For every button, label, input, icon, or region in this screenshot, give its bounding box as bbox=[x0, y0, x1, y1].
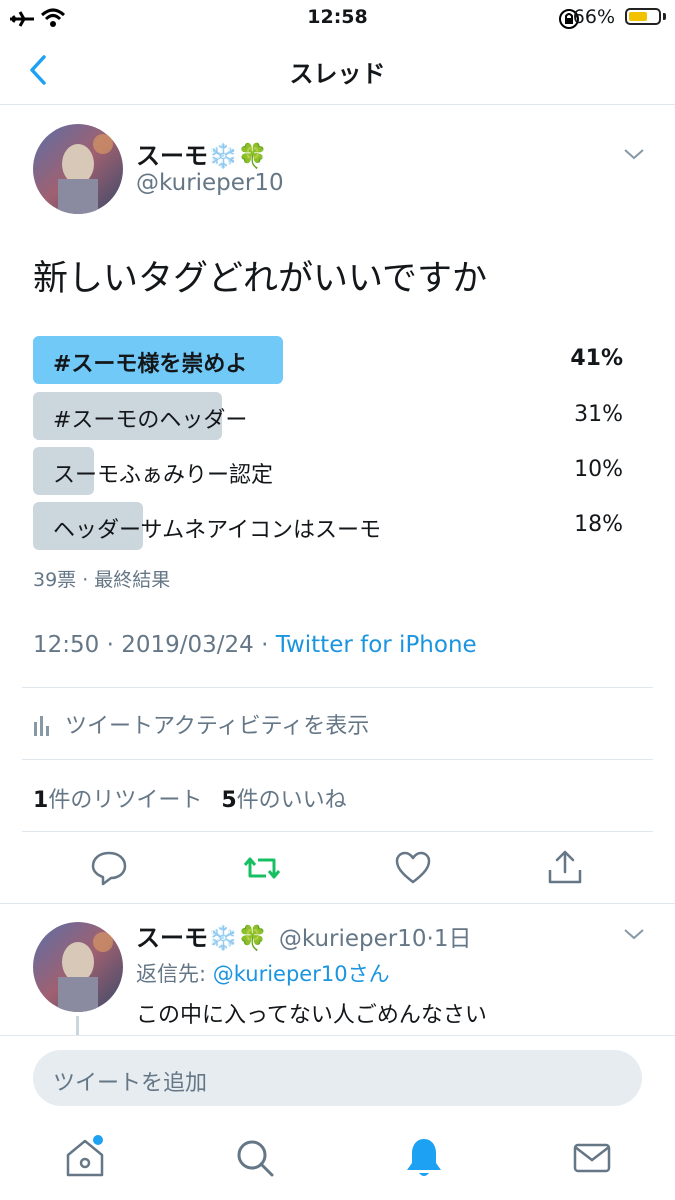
reply-header: スーモ❄️🍀 @kurieper10·1日 bbox=[136, 918, 471, 953]
retweet-count: 1 bbox=[33, 788, 49, 813]
replying-to: 返信先: @kurieper10さん bbox=[136, 958, 390, 988]
messages-icon[interactable] bbox=[567, 1133, 617, 1183]
reply-author-name[interactable]: スーモ❄️🍀 bbox=[136, 924, 268, 952]
retweet-stat[interactable]: 1件のリツイート bbox=[33, 788, 202, 813]
battery-level bbox=[629, 12, 647, 21]
search-icon[interactable] bbox=[230, 1133, 280, 1183]
like-count: 5 bbox=[221, 788, 237, 813]
divider bbox=[22, 831, 653, 832]
reply-compose-input[interactable]: ツイートを追加 bbox=[33, 1050, 642, 1106]
reply-icon[interactable] bbox=[89, 848, 129, 888]
battery-icon bbox=[625, 8, 661, 25]
reply-handle-time[interactable]: @kurieper10·1日 bbox=[279, 926, 472, 952]
divider bbox=[22, 759, 653, 760]
poll-option-label: ヘッダーサムネアイコンはスーモ bbox=[53, 518, 382, 543]
compose-divider bbox=[0, 1035, 675, 1036]
author-handle[interactable]: @kurieper10 bbox=[136, 170, 284, 196]
avatar[interactable] bbox=[33, 124, 123, 214]
poll-option-label: #スーモ様を崇めよ bbox=[53, 352, 248, 377]
page-title: スレッド bbox=[289, 60, 386, 88]
navigation-bar: スレッド bbox=[0, 36, 675, 105]
poll-meta: 39票 · 最終結果 bbox=[33, 569, 171, 591]
notifications-icon[interactable] bbox=[399, 1133, 449, 1183]
poll-option-percent: 41% bbox=[570, 346, 623, 371]
compose-placeholder: ツイートを追加 bbox=[53, 1071, 208, 1096]
tweet-activity-label: ツイートアクティビティを表示 bbox=[65, 714, 370, 739]
thread-line bbox=[76, 1016, 79, 1036]
reply-chevron-down-icon[interactable] bbox=[622, 926, 646, 942]
replying-to-prefix: 返信先: bbox=[136, 962, 213, 986]
author-name[interactable]: スーモ❄️🍀 bbox=[136, 136, 268, 171]
like-label: 件のいいね bbox=[236, 788, 347, 813]
tweet-timestamp: 12:50 · 2019/03/24 · Twitter for iPhone bbox=[33, 632, 477, 658]
reply-avatar[interactable] bbox=[33, 922, 123, 1012]
like-icon[interactable] bbox=[393, 848, 433, 888]
status-bar: 12:58 66% bbox=[0, 0, 675, 36]
share-icon[interactable] bbox=[545, 848, 585, 888]
tweet-activity-link[interactable]: ツイートアクティビティを表示 bbox=[33, 708, 369, 740]
timestamp-text: 12:50 · 2019/03/24 · bbox=[33, 632, 276, 658]
poll-option-label: スーモふぁみりー認定 bbox=[53, 463, 274, 488]
stats-icon bbox=[34, 716, 49, 736]
poll-option-percent: 10% bbox=[574, 457, 623, 482]
tweet-text: 新しいタグどれがいいですか bbox=[33, 259, 487, 299]
like-stat[interactable]: 5件のいいね bbox=[221, 788, 346, 813]
poll-option: #スーモのヘッダー 31% bbox=[33, 392, 633, 440]
poll-option-percent: 18% bbox=[574, 512, 623, 537]
home-icon[interactable] bbox=[60, 1133, 110, 1183]
poll-option-label: #スーモのヘッダー bbox=[53, 408, 248, 433]
divider bbox=[0, 903, 675, 904]
replying-to-link[interactable]: @kurieper10さん bbox=[213, 962, 390, 986]
poll-option-percent: 31% bbox=[574, 402, 623, 427]
chevron-down-icon[interactable] bbox=[622, 146, 646, 162]
battery-tip bbox=[663, 13, 666, 20]
retweet-icon[interactable] bbox=[242, 848, 282, 888]
engagement-stats: 1件のリツイート 5件のいいね bbox=[33, 782, 347, 814]
divider bbox=[22, 687, 653, 688]
reply-text: この中に入ってない人ごめんなさい bbox=[136, 1003, 487, 1028]
poll-option: スーモふぁみりー認定 10% bbox=[33, 447, 633, 495]
retweet-label: 件のリツイート bbox=[48, 788, 203, 813]
battery-percentage: 66% bbox=[572, 6, 615, 28]
source-link[interactable]: Twitter for iPhone bbox=[276, 632, 477, 658]
poll-option: #スーモ様を崇めよ 41% bbox=[33, 336, 633, 384]
poll-option: ヘッダーサムネアイコンはスーモ 18% bbox=[33, 502, 633, 550]
